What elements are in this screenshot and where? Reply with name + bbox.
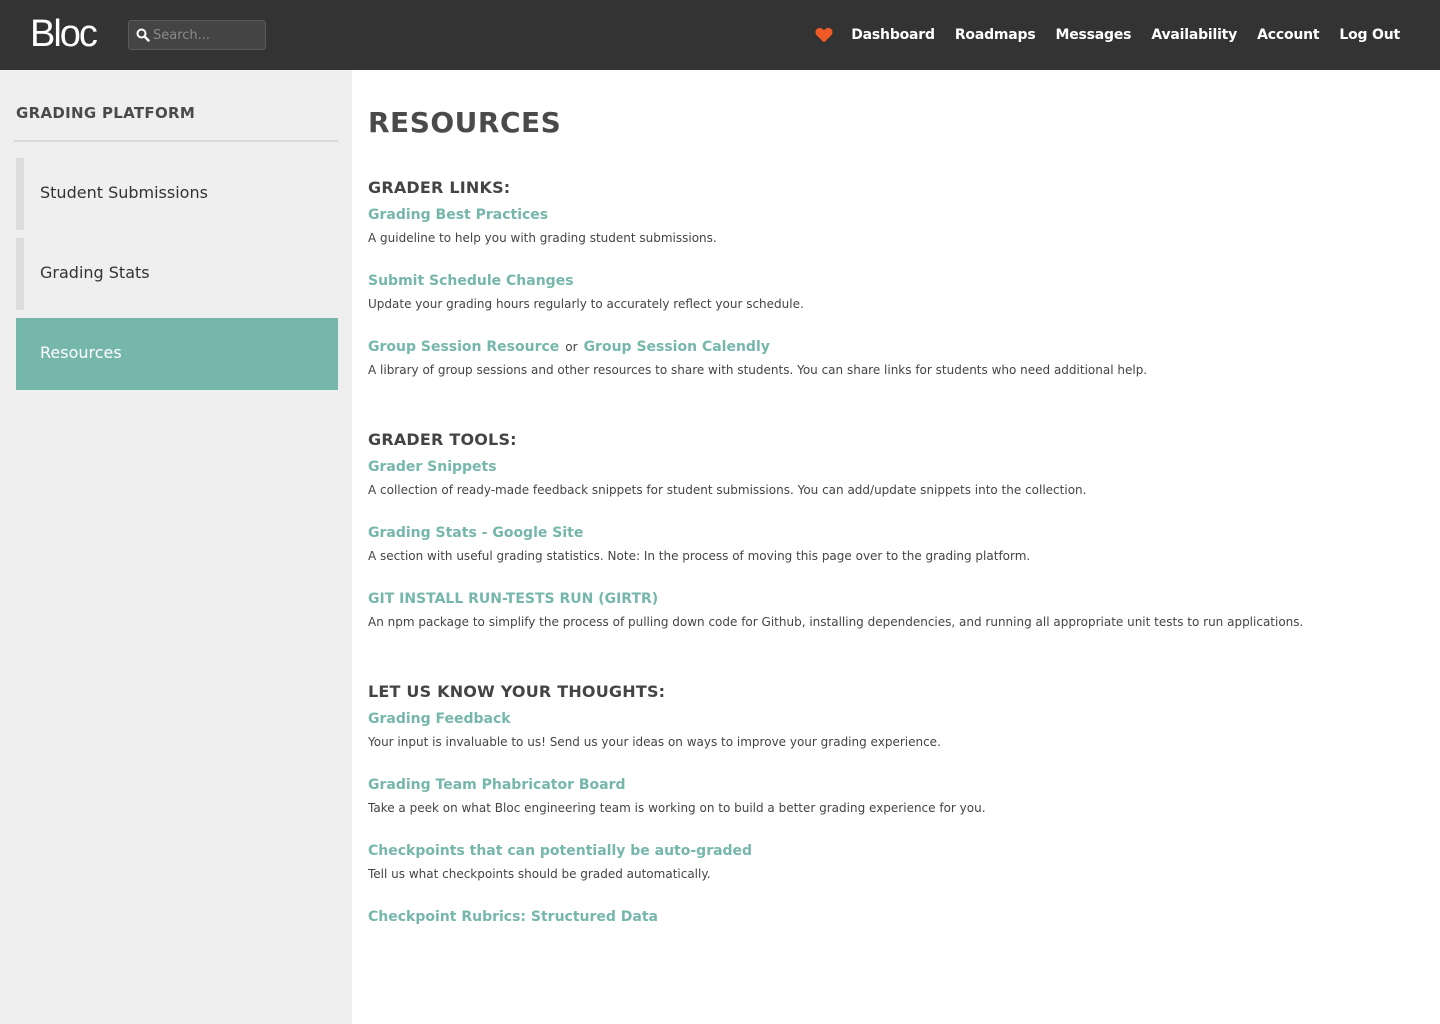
sidebar-divider	[14, 140, 338, 142]
nav-dashboard[interactable]: Dashboard	[851, 27, 935, 43]
resource-description: Update your grading hours regularly to a…	[368, 297, 804, 311]
link-grader-snippets[interactable]: Grader Snippets	[368, 459, 497, 475]
sidebar: GRADING PLATFORM Student Submissions Gra…	[0, 70, 352, 1024]
link-girtr[interactable]: GIT INSTALL RUN-TESTS RUN (GIRTR)	[368, 591, 658, 607]
nav-availability[interactable]: Availability	[1151, 27, 1237, 43]
section-title-feedback: LET US KNOW YOUR THOUGHTS:	[368, 682, 666, 701]
resource-description: A section with useful grading statistics…	[368, 549, 1031, 563]
link-grading-stats-google-site[interactable]: Grading Stats - Google Site	[368, 525, 583, 541]
nav-log-out[interactable]: Log Out	[1339, 27, 1400, 43]
sidebar-item-student-submissions[interactable]: Student Submissions	[16, 158, 338, 230]
heart-icon[interactable]	[815, 27, 833, 43]
link-submit-schedule-changes[interactable]: Submit Schedule Changes	[368, 273, 574, 289]
resource-description: A collection of ready-made feedback snip…	[368, 483, 1087, 497]
section-title-grader-links: GRADER LINKS:	[368, 178, 511, 197]
nav-messages[interactable]: Messages	[1056, 27, 1132, 43]
search-box[interactable]	[128, 20, 266, 50]
top-navbar: Bloc Dashboard Roadmaps Messages Availab…	[0, 0, 1440, 70]
link-group-session-calendly[interactable]: Group Session Calendly	[584, 339, 770, 355]
or-separator: or	[565, 340, 578, 354]
nav-account[interactable]: Account	[1257, 27, 1319, 43]
main-nav: Dashboard Roadmaps Messages Availability…	[815, 0, 1400, 70]
nav-roadmaps[interactable]: Roadmaps	[955, 27, 1036, 43]
resource-description: An npm package to simplify the process o…	[368, 615, 1304, 629]
link-phabricator-board[interactable]: Grading Team Phabricator Board	[368, 777, 626, 793]
resource-description: Take a peek on what Bloc engineering tea…	[368, 801, 986, 815]
group-session-links-row: Group Session Resource or Group Session …	[368, 339, 770, 355]
resource-description: A library of group sessions and other re…	[368, 363, 1148, 377]
search-icon	[136, 28, 150, 42]
sidebar-item-label: Student Submissions	[40, 183, 208, 202]
search-input[interactable]	[153, 24, 261, 46]
resource-description: Your input is invaluable to us! Send us …	[368, 735, 941, 749]
page-title: RESOURCES	[368, 106, 562, 139]
link-auto-graded-checkpoints[interactable]: Checkpoints that can potentially be auto…	[368, 843, 752, 859]
sidebar-item-resources[interactable]: Resources	[16, 318, 338, 390]
sidebar-item-label: Resources	[40, 343, 122, 362]
bloc-logo[interactable]: Bloc	[30, 14, 98, 54]
sidebar-item-grading-stats[interactable]: Grading Stats	[16, 238, 338, 310]
sidebar-title: GRADING PLATFORM	[16, 104, 196, 122]
resource-description: Tell us what checkpoints should be grade…	[368, 867, 711, 881]
section-title-grader-tools: GRADER TOOLS:	[368, 430, 517, 449]
link-grading-best-practices[interactable]: Grading Best Practices	[368, 207, 548, 223]
link-checkpoint-rubrics[interactable]: Checkpoint Rubrics: Structured Data	[368, 909, 658, 925]
resource-description: A guideline to help you with grading stu…	[368, 231, 717, 245]
sidebar-item-label: Grading Stats	[40, 263, 150, 282]
link-grading-feedback[interactable]: Grading Feedback	[368, 711, 511, 727]
link-group-session-resource[interactable]: Group Session Resource	[368, 339, 559, 355]
